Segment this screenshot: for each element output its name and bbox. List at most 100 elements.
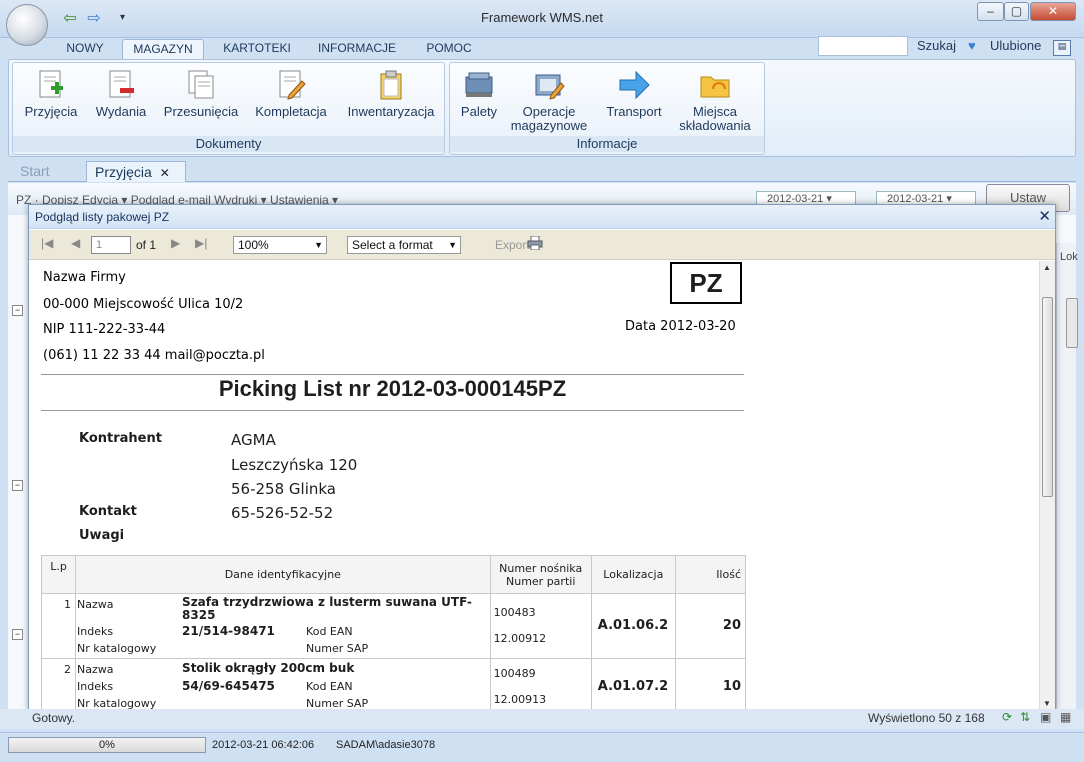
sync-icon[interactable]: ⇅ xyxy=(1020,710,1030,724)
heart-icon[interactable]: ♥ xyxy=(968,38,976,53)
header-numer-partii: Numer partii xyxy=(506,574,576,588)
cell-ilosc: 10 xyxy=(674,658,747,710)
export-link[interactable]: Export xyxy=(495,238,530,252)
wydania-button[interactable]: Wydania xyxy=(89,67,153,119)
export-format-select[interactable]: Select a format ▼ xyxy=(347,236,461,254)
item-nazwa: Stolik okrągły 200cm buk xyxy=(182,661,355,675)
palety-button[interactable]: Palety xyxy=(454,67,504,119)
chevron-down-icon: ▼ xyxy=(448,240,457,250)
kompletacja-button[interactable]: Kompletacja xyxy=(249,67,333,119)
tab-start[interactable]: Start xyxy=(12,161,82,182)
last-page-icon[interactable]: ▶| xyxy=(195,236,207,250)
scroll-up-icon[interactable]: ▲ xyxy=(1043,263,1051,272)
item-indeks: 21/514-98471 xyxy=(182,624,275,638)
kontrahent-city: 56-258 Glinka xyxy=(231,480,336,498)
zoom-select[interactable]: 100% ▼ xyxy=(233,236,327,254)
scroll-down-icon[interactable]: ▼ xyxy=(1043,699,1051,708)
page-count-label: of 1 xyxy=(136,238,157,252)
item-lp: 2 xyxy=(64,663,72,676)
records-shown: Wyświetlono 50 z 168 xyxy=(868,711,985,725)
background-scrollbar[interactable] xyxy=(1066,298,1078,348)
report-viewer-toolbar: |◀ ◀ 1 of 1 ▶ ▶| 100% ▼ Select a format ▼ … xyxy=(29,230,1055,260)
label-ean: Kod EAN xyxy=(306,680,353,693)
kontrahent-street: Leszczyńska 120 xyxy=(231,456,358,474)
printer-icon[interactable] xyxy=(527,236,543,250)
previous-page-icon[interactable]: ◀ xyxy=(71,236,80,250)
company-address: 00-000 Miejscowość Ulica 10/2 xyxy=(43,297,244,312)
item-lokalizacja: A.01.06.2 xyxy=(597,618,669,633)
przesuniecia-button[interactable]: Przesunięcia xyxy=(159,67,243,119)
app-orb-button[interactable] xyxy=(6,4,48,46)
dialog-close-icon[interactable]: ✕ xyxy=(1038,207,1051,225)
tab-pomoc[interactable]: POMOC xyxy=(418,39,480,60)
inwentaryzacja-label: Inwentaryzacja xyxy=(347,104,435,119)
company-name: Nazwa Firmy xyxy=(43,270,126,285)
item-nosnik: 100483 xyxy=(493,606,536,619)
table-row: 2 Nazwa Stolik okrągły 200cm buk Indeks … xyxy=(40,658,747,710)
cell-lokalizacja: A.01.06.2 xyxy=(590,593,676,659)
wydania-label: Wydania xyxy=(95,104,147,119)
collapse-group-icon[interactable]: − xyxy=(12,480,23,491)
item-nazwa: Szafa trzydrzwiowa z lusterm suwana UTF-… xyxy=(182,595,472,622)
document-add-icon xyxy=(39,70,63,98)
report-title: Picking List nr 2012-03-000145PZ xyxy=(218,376,567,401)
column-header-nosnik: Numer nośnika Numer partii xyxy=(489,555,592,594)
first-page-icon[interactable]: |◀ xyxy=(41,236,53,250)
company-contact: (061) 11 22 33 44 mail@poczta.pl xyxy=(43,348,265,363)
maximize-button[interactable]: ▢ xyxy=(1004,2,1029,21)
refresh-icon[interactable]: ⟳ xyxy=(1002,710,1012,724)
group-label-informacje: Informacje xyxy=(450,136,764,152)
settings-icon[interactable]: ▣ xyxy=(1040,710,1051,724)
label-indeks: Indeks xyxy=(77,680,114,693)
tab-przyjecia[interactable]: Przyjęcia ✕ xyxy=(86,161,186,182)
label-nazwa: Nazwa xyxy=(77,663,114,676)
tab-magazyn[interactable]: MAGAZYN xyxy=(122,39,204,60)
search-input[interactable] xyxy=(818,36,908,56)
column-header-ilosc: Ilość xyxy=(674,555,747,594)
inwentaryzacja-button[interactable]: Inwentaryzacja xyxy=(339,67,443,119)
cell-lp: 1 xyxy=(40,593,77,659)
cell-lp: 2 xyxy=(40,658,77,710)
cell-dane: Nazwa Szafa trzydrzwiowa z lusterm suwan… xyxy=(75,593,491,659)
miejsca-skladowania-button[interactable]: Miejsca składowania xyxy=(672,67,758,133)
zoom-value: 100% xyxy=(238,238,269,252)
collapse-group-icon[interactable]: − xyxy=(12,629,23,640)
operacje-magazynowe-button[interactable]: Operacje magazynowe xyxy=(506,67,592,133)
documents-copy-icon xyxy=(188,70,214,99)
search-link[interactable]: Szukaj xyxy=(917,38,956,53)
uwagi-label: Uwagi xyxy=(79,528,125,543)
scrollbar-thumb[interactable] xyxy=(1042,297,1053,497)
items-table: L.p Dane identyfikacyjne Numer nośnika Nu… xyxy=(40,555,747,710)
favorites-link[interactable]: Ulubione xyxy=(990,38,1041,53)
tab-informacje[interactable]: INFORMACJE xyxy=(312,39,402,60)
item-ilosc: 20 xyxy=(722,618,741,633)
transport-button[interactable]: Transport xyxy=(596,67,672,119)
page-number-input[interactable]: 1 xyxy=(91,236,131,254)
item-partia: 12.00912 xyxy=(493,632,547,645)
item-ilosc: 10 xyxy=(722,679,741,694)
item-lokalizacja: A.01.07.2 xyxy=(597,679,669,694)
table-row: 1 Nazwa Szafa trzydrzwiowa z lusterm suw… xyxy=(40,593,747,659)
layout-icon[interactable]: ▦ xyxy=(1060,710,1071,724)
folder-icon xyxy=(700,76,730,98)
window-layout-icon[interactable]: ▤ xyxy=(1053,40,1071,56)
status-ready: Gotowy. xyxy=(32,711,76,725)
collapse-group-icon[interactable]: − xyxy=(12,305,23,316)
tab-nowy[interactable]: NOWY xyxy=(58,39,112,60)
palety-label: Palety xyxy=(460,104,498,119)
kontrahent-label: Kontrahent xyxy=(79,431,162,446)
window-title: Framework WMS.net xyxy=(480,10,604,25)
next-page-icon[interactable]: ▶ xyxy=(171,236,180,250)
label-nr-katalogowy: Nr katalogowy xyxy=(77,642,157,655)
background-column-lok: Lok xyxy=(1060,251,1078,263)
label-ean: Kod EAN xyxy=(306,625,353,638)
report-preview-dialog: Podgląd listy pakowej PZ ✕ |◀ ◀ 1 of 1 ▶… xyxy=(28,204,1056,710)
column-header-lokalizacja: Lokalizacja xyxy=(590,555,676,594)
column-header-dane: Dane identyfikacyjne xyxy=(75,555,491,594)
close-tab-icon[interactable]: ✕ xyxy=(160,166,170,180)
report-vertical-scrollbar[interactable]: ▲ ▼ xyxy=(1039,261,1055,710)
close-window-button[interactable]: ✕ xyxy=(1030,2,1076,21)
minimize-button[interactable]: – xyxy=(977,2,1004,21)
przyjecia-button[interactable]: Przyjęcia xyxy=(19,67,83,119)
tab-kartoteki[interactable]: KARTOTEKI xyxy=(218,39,296,60)
